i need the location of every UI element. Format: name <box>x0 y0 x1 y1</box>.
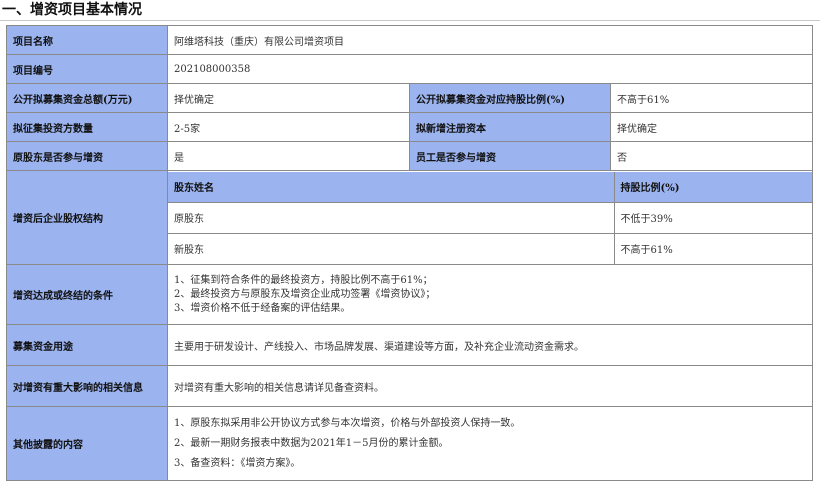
list-item: 1、原股东拟采用非公开协议方式参与本次增资，价格与外部投资人保持一致。 <box>174 417 521 429</box>
row-project-name: 项目名称 阿维塔科技（重庆）有限公司增资项目 <box>6 25 813 55</box>
table-row: 新股东 不高于61% <box>168 232 812 264</box>
other-label: 其他披露的内容 <box>6 406 168 481</box>
project-code-label: 项目编号 <box>6 54 168 84</box>
project-info-table: 项目名称 阿维塔科技（重庆）有限公司增资项目 项目编号 202108000358… <box>6 25 813 481</box>
other-cell: 1、原股东拟采用非公开协议方式参与本次增资，价格与外部投资人保持一致。 2、最新… <box>167 406 813 481</box>
employee-participation-label: 员工是否参与增资 <box>409 141 611 171</box>
shareholder-name: 新股东 <box>168 232 615 264</box>
row-project-code: 项目编号 202108000358 <box>6 54 813 84</box>
section-title: 一、增资项目基本情况 <box>2 2 142 18</box>
amount-value: 择优确定 <box>167 83 410 113</box>
conditions-cell: 1、征集到符合条件的最终投资方，持股比例不高于61%； 2、最终投资方与原股东及… <box>167 264 813 325</box>
new-capital-value: 择优确定 <box>610 112 813 142</box>
structure-cell: 股东姓名 持股比例(%) 原股东 不低于39% 新股东 不高于61% <box>167 170 813 265</box>
structure-label: 增资后企业股权结构 <box>6 170 168 265</box>
ratio-value: 不高于61% <box>610 83 813 113</box>
impact-label: 对增资有重大影响的相关信息 <box>6 365 168 407</box>
investor-count-label: 拟征集投资方数量 <box>6 112 168 142</box>
list-item: 2、最终投资方与原股东及增资企业成功签署《增资协议》； <box>174 288 436 300</box>
shareholder-participation-value: 是 <box>167 141 410 171</box>
usage-label: 募集资金用途 <box>6 324 168 366</box>
new-capital-label: 拟新增注册资本 <box>409 112 611 142</box>
conditions-label: 增资达成或终结的条件 <box>6 264 168 325</box>
shareholding-ratio: 不低于39% <box>613 201 812 234</box>
impact-value: 对增资有重大影响的相关信息请详见备查资料。 <box>167 365 813 407</box>
list-item: 3、备查资料：《增资方案》。 <box>174 457 301 469</box>
row-amount: 公开拟募集资金总额(万元) 择优确定 公开拟募集资金对应持股比例(%) 不高于6… <box>6 83 813 113</box>
row-structure: 增资后企业股权结构 股东姓名 持股比例(%) 原股东 不低于39% 新股东 不高… <box>6 170 813 265</box>
amount-label: 公开拟募集资金总额(万元) <box>6 83 168 113</box>
investor-count-value: 2-5家 <box>167 112 410 142</box>
shareholder-participation-label: 原股东是否参与增资 <box>6 141 168 171</box>
employee-participation-value: 否 <box>610 141 813 171</box>
row-conditions: 增资达成或终结的条件 1、征集到符合条件的最终投资方，持股比例不高于61%； 2… <box>6 264 813 325</box>
row-shareholders: 原股东是否参与增资 是 员工是否参与增资 否 <box>6 141 813 171</box>
project-name-value: 阿维塔科技（重庆）有限公司增资项目 <box>167 25 813 55</box>
shareholder-name-header: 股东姓名 <box>168 171 615 203</box>
project-name-label: 项目名称 <box>6 25 168 55</box>
row-investors: 拟征集投资方数量 2-5家 拟新增注册资本 择优确定 <box>6 112 813 142</box>
list-item: 1、征集到符合条件的最终投资方，持股比例不高于61%； <box>174 274 433 286</box>
ratio-label: 公开拟募集资金对应持股比例(%) <box>409 83 611 113</box>
row-usage: 募集资金用途 主要用于研发设计、产线投入、市场品牌发展、渠道建设等方面，及补充企… <box>6 324 813 366</box>
row-impact: 对增资有重大影响的相关信息 对增资有重大影响的相关信息请详见备查资料。 <box>6 365 813 407</box>
shareholding-ratio: 不高于61% <box>613 232 812 264</box>
project-code-value: 202108000358 <box>167 54 813 84</box>
shareholding-ratio-header: 持股比例(%) <box>613 171 812 203</box>
title-divider <box>0 20 820 21</box>
table-row: 原股东 不低于39% <box>168 201 812 234</box>
usage-value: 主要用于研发设计、产线投入、市场品牌发展、渠道建设等方面，及补充企业流动资金需求… <box>167 324 813 366</box>
shareholding-table: 股东姓名 持股比例(%) 原股东 不低于39% 新股东 不高于61% <box>168 171 812 264</box>
list-item: 3、增资价格不低于经备案的评估结果。 <box>174 302 351 314</box>
shareholder-name: 原股东 <box>168 201 615 234</box>
row-other: 其他披露的内容 1、原股东拟采用非公开协议方式参与本次增资，价格与外部投资人保持… <box>6 406 813 481</box>
list-item: 2、最新一期财务报表中数据为2021年1－5月份的累计金额。 <box>174 437 449 449</box>
shareholding-header-row: 股东姓名 持股比例(%) <box>168 171 812 203</box>
